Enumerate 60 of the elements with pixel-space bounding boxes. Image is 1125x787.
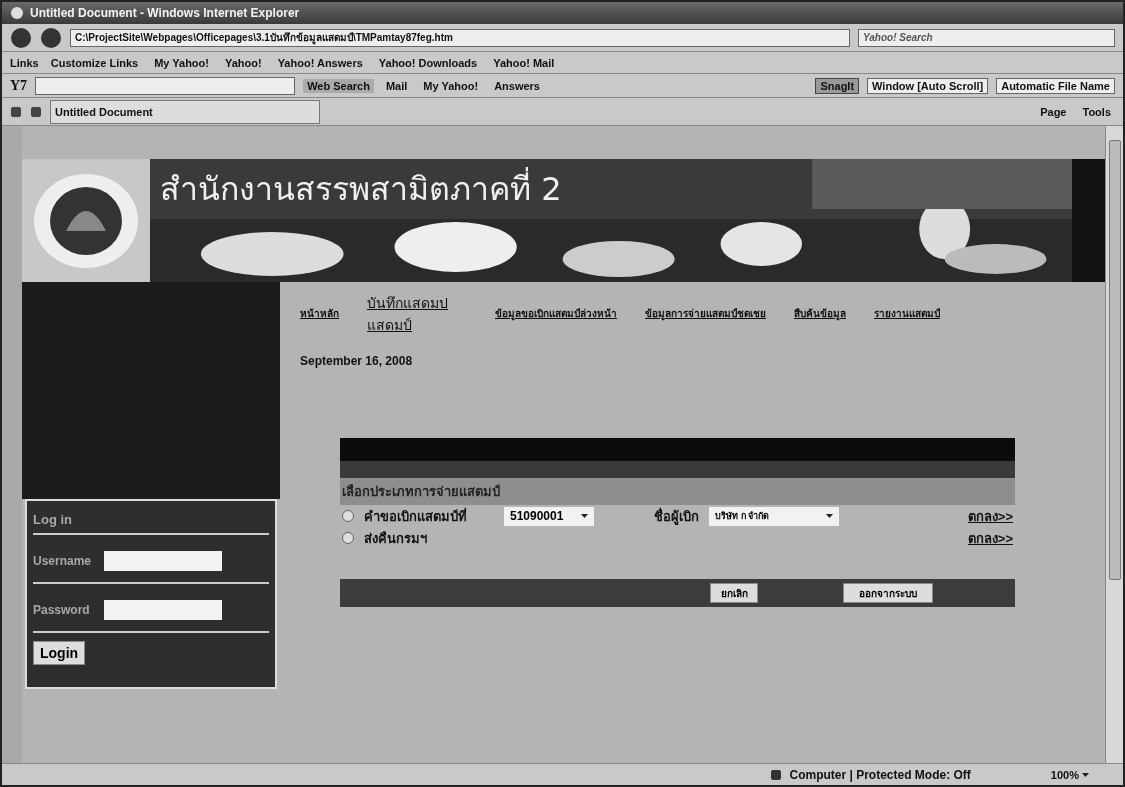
toolbar-link[interactable]: Answers <box>490 78 544 93</box>
computer-icon <box>769 768 782 781</box>
toolbar-link[interactable]: Mail <box>381 78 412 93</box>
ok-link[interactable]: ตกลง>> <box>967 527 1013 549</box>
nav-link[interactable]: ข้อมูลการจ่ายแสตมป์ชดเชย <box>645 306 766 321</box>
browser-tab[interactable]: Untitled Document <box>50 99 320 124</box>
toolbar-link[interactable]: My Yahoo! <box>419 78 483 93</box>
snagit-button[interactable]: SnagIt <box>815 77 860 94</box>
field-label: Username <box>33 553 93 568</box>
zoom-button[interactable]: 100% <box>1046 767 1093 782</box>
toolbar-logo: Y7 <box>10 77 28 94</box>
dropdown-caret-icon <box>581 514 588 518</box>
link-button[interactable]: Yahoo! Mail <box>489 55 559 70</box>
login-title: Log in <box>33 511 72 527</box>
link-button[interactable]: Customize Links <box>46 55 143 70</box>
login-input-field[interactable] <box>104 550 222 571</box>
favorites-icon <box>10 105 22 118</box>
header-title: สำนักงานสรรพสามิตภาคที่ 2 <box>160 163 562 214</box>
toolbar-search-field[interactable] <box>35 76 296 95</box>
add-favorite-icon <box>30 105 42 118</box>
date-text: September 16, 2008 <box>300 354 414 368</box>
dropdown-caret-icon <box>1082 772 1089 777</box>
toolbar-dropdown[interactable]: Window [Auto Scroll] <box>867 77 989 94</box>
command-button[interactable]: Page <box>1036 104 1071 119</box>
link-button[interactable]: Yahoo! Downloads <box>374 55 482 70</box>
request-number-select[interactable]: 51090001 <box>504 506 594 526</box>
nav-link[interactable]: รายงานแสตมป์ <box>874 306 940 321</box>
option-label: คำขอเบิกแสตมป์ที่ <box>364 506 468 526</box>
nav-link[interactable]: บันทึกแสดมป แสดมป์ <box>367 292 467 336</box>
link-button[interactable]: My Yahoo! <box>150 55 213 70</box>
nav-link[interactable]: หน้าหลัก <box>300 306 339 321</box>
field-label: Password <box>33 602 91 617</box>
search-field[interactable]: Yahoo! Search <box>858 28 1115 47</box>
option-label: ส่งคืนกรมฯ <box>364 529 428 548</box>
link-button[interactable]: Yahoo! Answers <box>273 55 367 70</box>
web-search-button[interactable]: Web Search <box>303 78 374 93</box>
nav-link[interactable]: สืบค้นข้อมูล <box>794 306 846 321</box>
radio-button[interactable] <box>342 532 354 544</box>
form-button[interactable]: ยกเลิก <box>710 583 758 603</box>
ok-link[interactable]: ตกลง>> <box>967 505 1013 527</box>
radio-button[interactable] <box>342 510 354 522</box>
dropdown-caret-icon <box>826 514 833 518</box>
zone-status: Computer | Protected Mode: Off <box>789 767 971 782</box>
nav-link[interactable]: ข้อมูลขอเบิกแสตมป์ล่วงหน้า <box>495 306 617 321</box>
browser-icon <box>10 6 24 20</box>
back-icon <box>10 26 32 49</box>
form-button[interactable]: ออกจากระบบ <box>843 583 933 603</box>
toolbar-dropdown[interactable]: Automatic File Name <box>996 77 1115 94</box>
form-heading: เลือกประเภทการจ่ายแสตมป์ <box>340 478 1015 505</box>
login-input-field[interactable] <box>104 599 222 620</box>
scrollbar-thumb[interactable] <box>1108 140 1121 580</box>
window-title: Untitled Document - Windows Internet Explorer <box>30 6 300 20</box>
command-button[interactable]: Tools <box>1078 104 1115 119</box>
requester-select[interactable]: บริษัท ก จำกัด <box>709 506 839 526</box>
forward-icon <box>40 26 62 49</box>
address-field[interactable]: C:\ProjectSite\Webpages\Officepages\3.1บันทึกข้อมูลแสดมป์\TMPamtay87feg.htm <box>70 28 850 47</box>
links-label: Links <box>10 56 39 69</box>
login-button[interactable]: Login <box>33 641 85 665</box>
requester-label: ชื่อผู้เบิก <box>654 506 699 527</box>
link-button[interactable]: Yahoo! <box>220 55 266 70</box>
